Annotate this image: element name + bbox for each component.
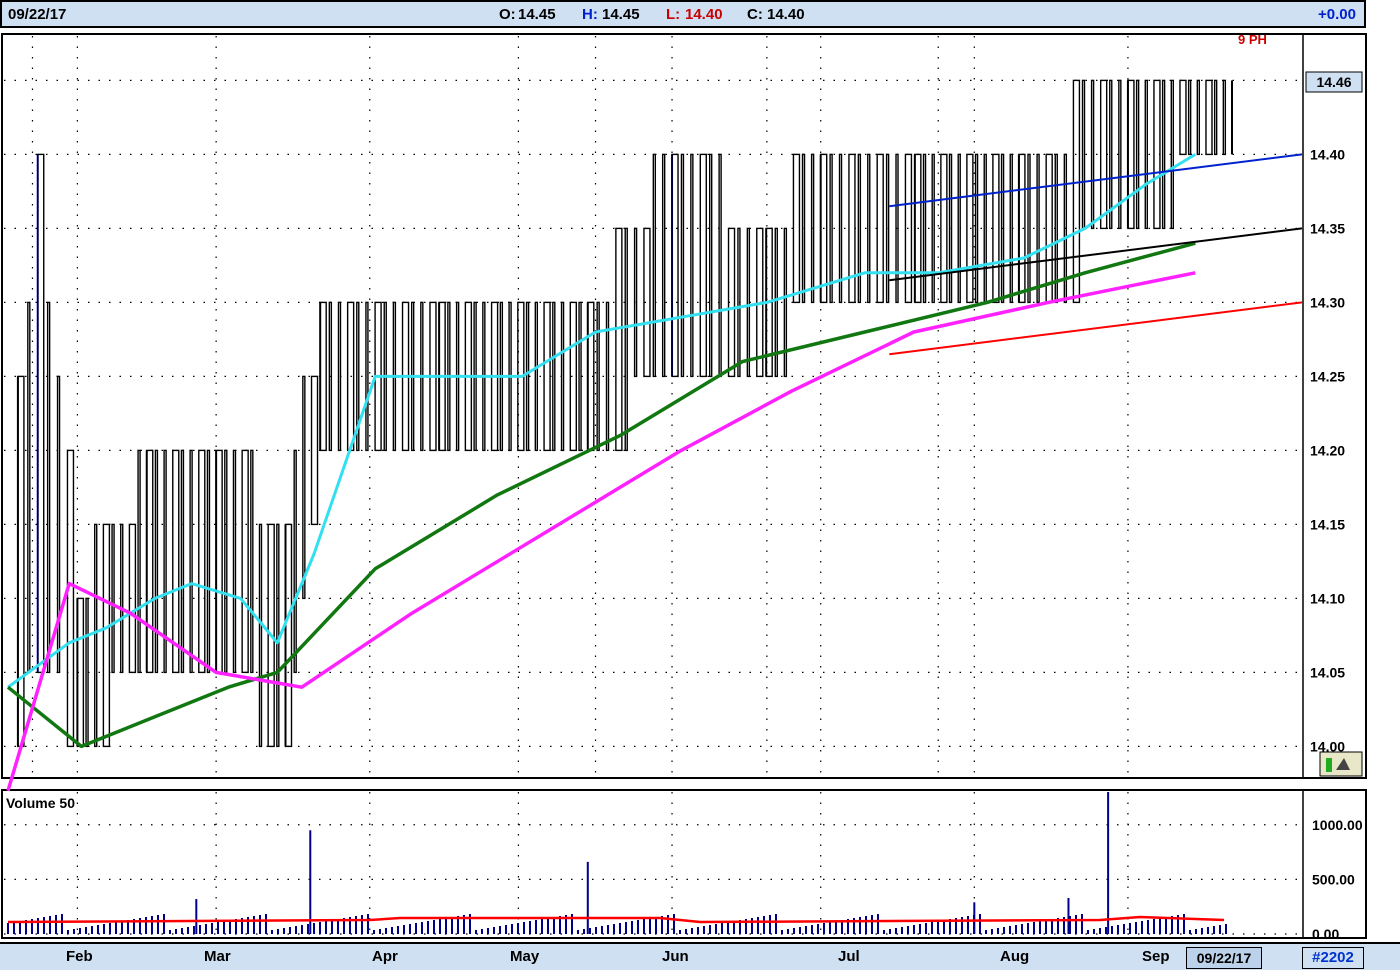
volume-title: Volume 50 [6,795,75,811]
corner-label: 9 PH [1238,32,1267,47]
month-label: Sep [1142,948,1170,965]
month-label: Mar [204,948,231,965]
month-label: Jul [838,948,860,965]
y-tick-label: 14.40 [1310,146,1345,162]
y-tick-label: 14.10 [1310,590,1345,606]
volume-tick-label: 0.00 [1312,926,1339,942]
month-label: Apr [372,948,398,965]
chart-svg: 14.0014.0514.1014.1514.2014.2514.3014.35… [1,32,1367,968]
y-tick-label: 14.30 [1310,294,1345,310]
current-date-box: 09/22/17 [1186,947,1262,969]
last-price-label: 14.46 [1316,74,1351,90]
y-tick-label: 14.20 [1310,442,1345,458]
month-label: Aug [1000,948,1030,965]
y-tick-label: 14.05 [1310,664,1345,680]
month-label: May [510,948,540,965]
chart-stage: 09/22/17 O: 14.45 H: 14.45 L: 14.40 C: 1… [0,0,1400,970]
volume-tick-label: 1000.00 [1312,817,1363,833]
y-tick-label: 14.35 [1310,220,1345,236]
volume-panel [1,789,1367,939]
month-label: Feb [66,948,93,965]
month-label: Jun [662,948,689,965]
y-tick-label: 14.25 [1310,368,1345,384]
y-tick-label: 14.15 [1310,516,1345,532]
symbol-id-box[interactable]: #2202 [1302,947,1364,969]
toolbox-icon[interactable] [1319,751,1363,777]
volume-tick-label: 500.00 [1312,871,1355,887]
